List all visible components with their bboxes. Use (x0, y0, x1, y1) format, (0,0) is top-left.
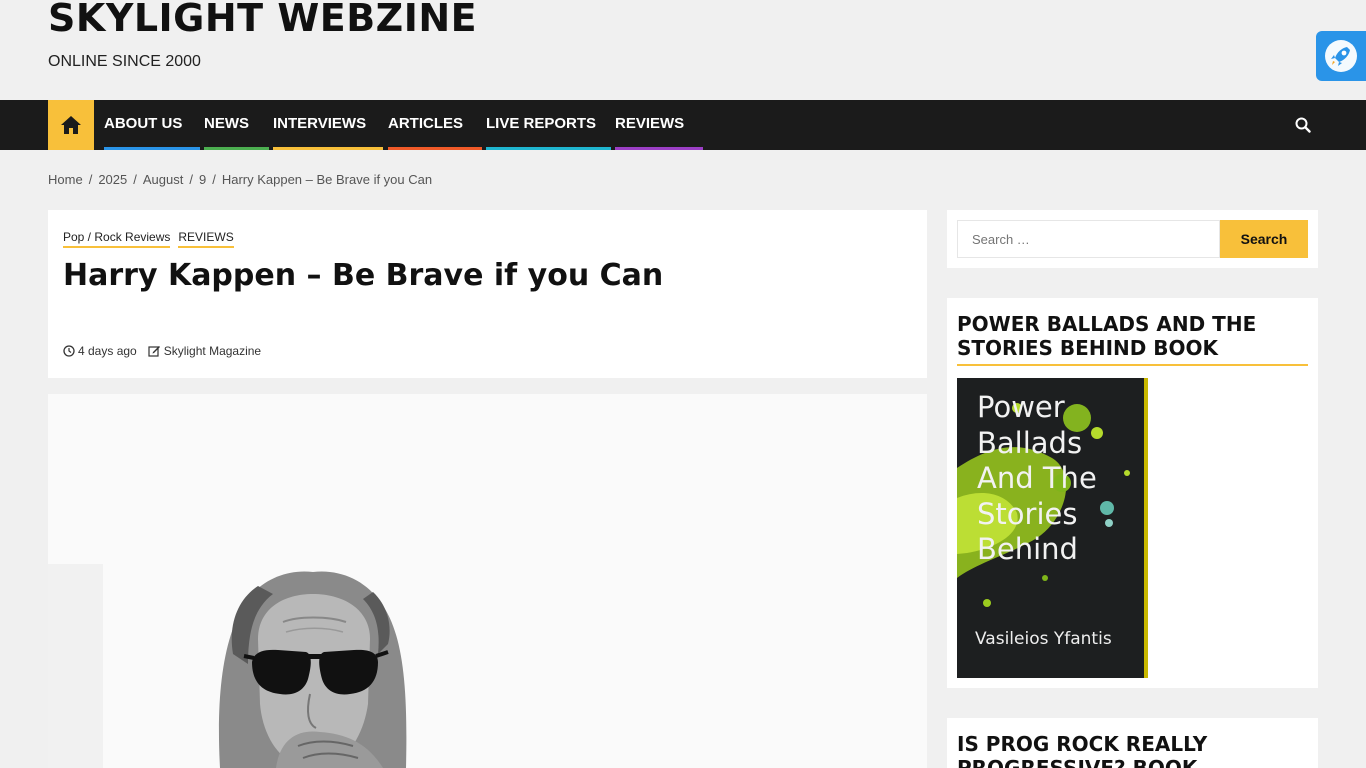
rocket-button[interactable] (1316, 31, 1366, 81)
book-cover-title: Power Ballads And The Stories Behind (977, 390, 1097, 566)
site-header: SKYLIGHT WEBZINE ONLINE SINCE 2000 (0, 0, 1366, 100)
category-link[interactable]: REVIEWS (178, 230, 234, 248)
search-button[interactable]: Search (1220, 220, 1308, 258)
nav-item-live-reports[interactable]: LIVE REPORTS (486, 100, 611, 150)
nav-item-articles[interactable]: ARTICLES (388, 100, 482, 150)
main-nav: ABOUT US NEWS INTERVIEWS ARTICLES LIVE R… (0, 100, 1366, 150)
nav-item-label: ARTICLES (388, 115, 463, 132)
portrait-photo (48, 394, 927, 768)
rocket-icon (1325, 40, 1357, 72)
search-input[interactable] (957, 220, 1220, 258)
book-spine (1144, 378, 1148, 678)
search-widget: Search (947, 210, 1318, 268)
breadcrumb-year[interactable]: 2025 (98, 172, 127, 187)
nav-item-label: ABOUT US (104, 115, 183, 132)
nav-color-bar (486, 147, 611, 150)
nav-item-interviews[interactable]: INTERVIEWS (273, 100, 383, 150)
breadcrumb-separator: / (189, 172, 193, 187)
breadcrumb-separator: / (88, 172, 93, 187)
nav-color-bar (204, 147, 269, 150)
book-cover-author: Vasileios Yfantis (975, 629, 1112, 649)
prog-book-widget: IS PROG ROCK REALLY PROGRESSIVE? BOOK (947, 718, 1318, 768)
breadcrumb-month[interactable]: August (143, 172, 183, 187)
nav-search-button[interactable] (1294, 116, 1312, 134)
breadcrumb: Home / 2025 / August / 9 / Harry Kappen – Be… (48, 172, 432, 187)
nav-item-label: LIVE REPORTS (486, 115, 597, 132)
nav-item-reviews[interactable]: REVIEWS (615, 100, 703, 150)
breadcrumb-current: Harry Kappen – Be Brave if you Can (221, 172, 433, 187)
widget-title: POWER BALLADS AND THE STORIES BEHIND BOO… (957, 312, 1308, 366)
breadcrumb-separator: / (133, 172, 137, 187)
widget-title: IS PROG ROCK REALLY PROGRESSIVE? BOOK (957, 732, 1208, 768)
site-tagline: ONLINE SINCE 2000 (48, 53, 201, 70)
book-cover-image[interactable]: Power Ballads And The Stories Behind Vas… (957, 378, 1148, 678)
nav-color-bar (273, 147, 383, 150)
article-header: Pop / Rock Reviews REVIEWS Harry Kappen … (48, 210, 927, 378)
nav-item-about-us[interactable]: ABOUT US (104, 100, 200, 150)
article-title: Harry Kappen – Be Brave if you Can (63, 258, 664, 293)
search-icon (1295, 117, 1311, 133)
nav-item-label: NEWS (204, 115, 249, 132)
site-title[interactable]: SKYLIGHT WEBZINE (48, 0, 477, 40)
home-button[interactable] (48, 100, 94, 150)
article-meta: 4 days ago Skylight Magazine (63, 344, 261, 358)
article-categories: Pop / Rock Reviews REVIEWS (63, 230, 234, 248)
book-widget: POWER BALLADS AND THE STORIES BEHIND BOO… (947, 298, 1318, 688)
breadcrumb-home[interactable]: Home (48, 172, 83, 187)
category-link[interactable]: Pop / Rock Reviews (63, 230, 171, 248)
nav-color-bar (104, 147, 200, 150)
breadcrumb-day[interactable]: 9 (199, 172, 206, 187)
article-author[interactable]: Skylight Magazine (164, 344, 261, 358)
nav-item-label: INTERVIEWS (273, 115, 367, 132)
nav-item-label: REVIEWS (615, 115, 685, 132)
nav-color-bar (388, 147, 482, 150)
home-icon (61, 116, 81, 134)
breadcrumb-separator: / (212, 172, 216, 187)
nav-item-news[interactable]: NEWS (204, 100, 269, 150)
featured-image (48, 394, 927, 768)
article-date: 4 days ago (78, 344, 137, 358)
nav-color-bar (615, 147, 703, 150)
edit-icon (148, 346, 160, 357)
clock-icon (63, 345, 75, 357)
